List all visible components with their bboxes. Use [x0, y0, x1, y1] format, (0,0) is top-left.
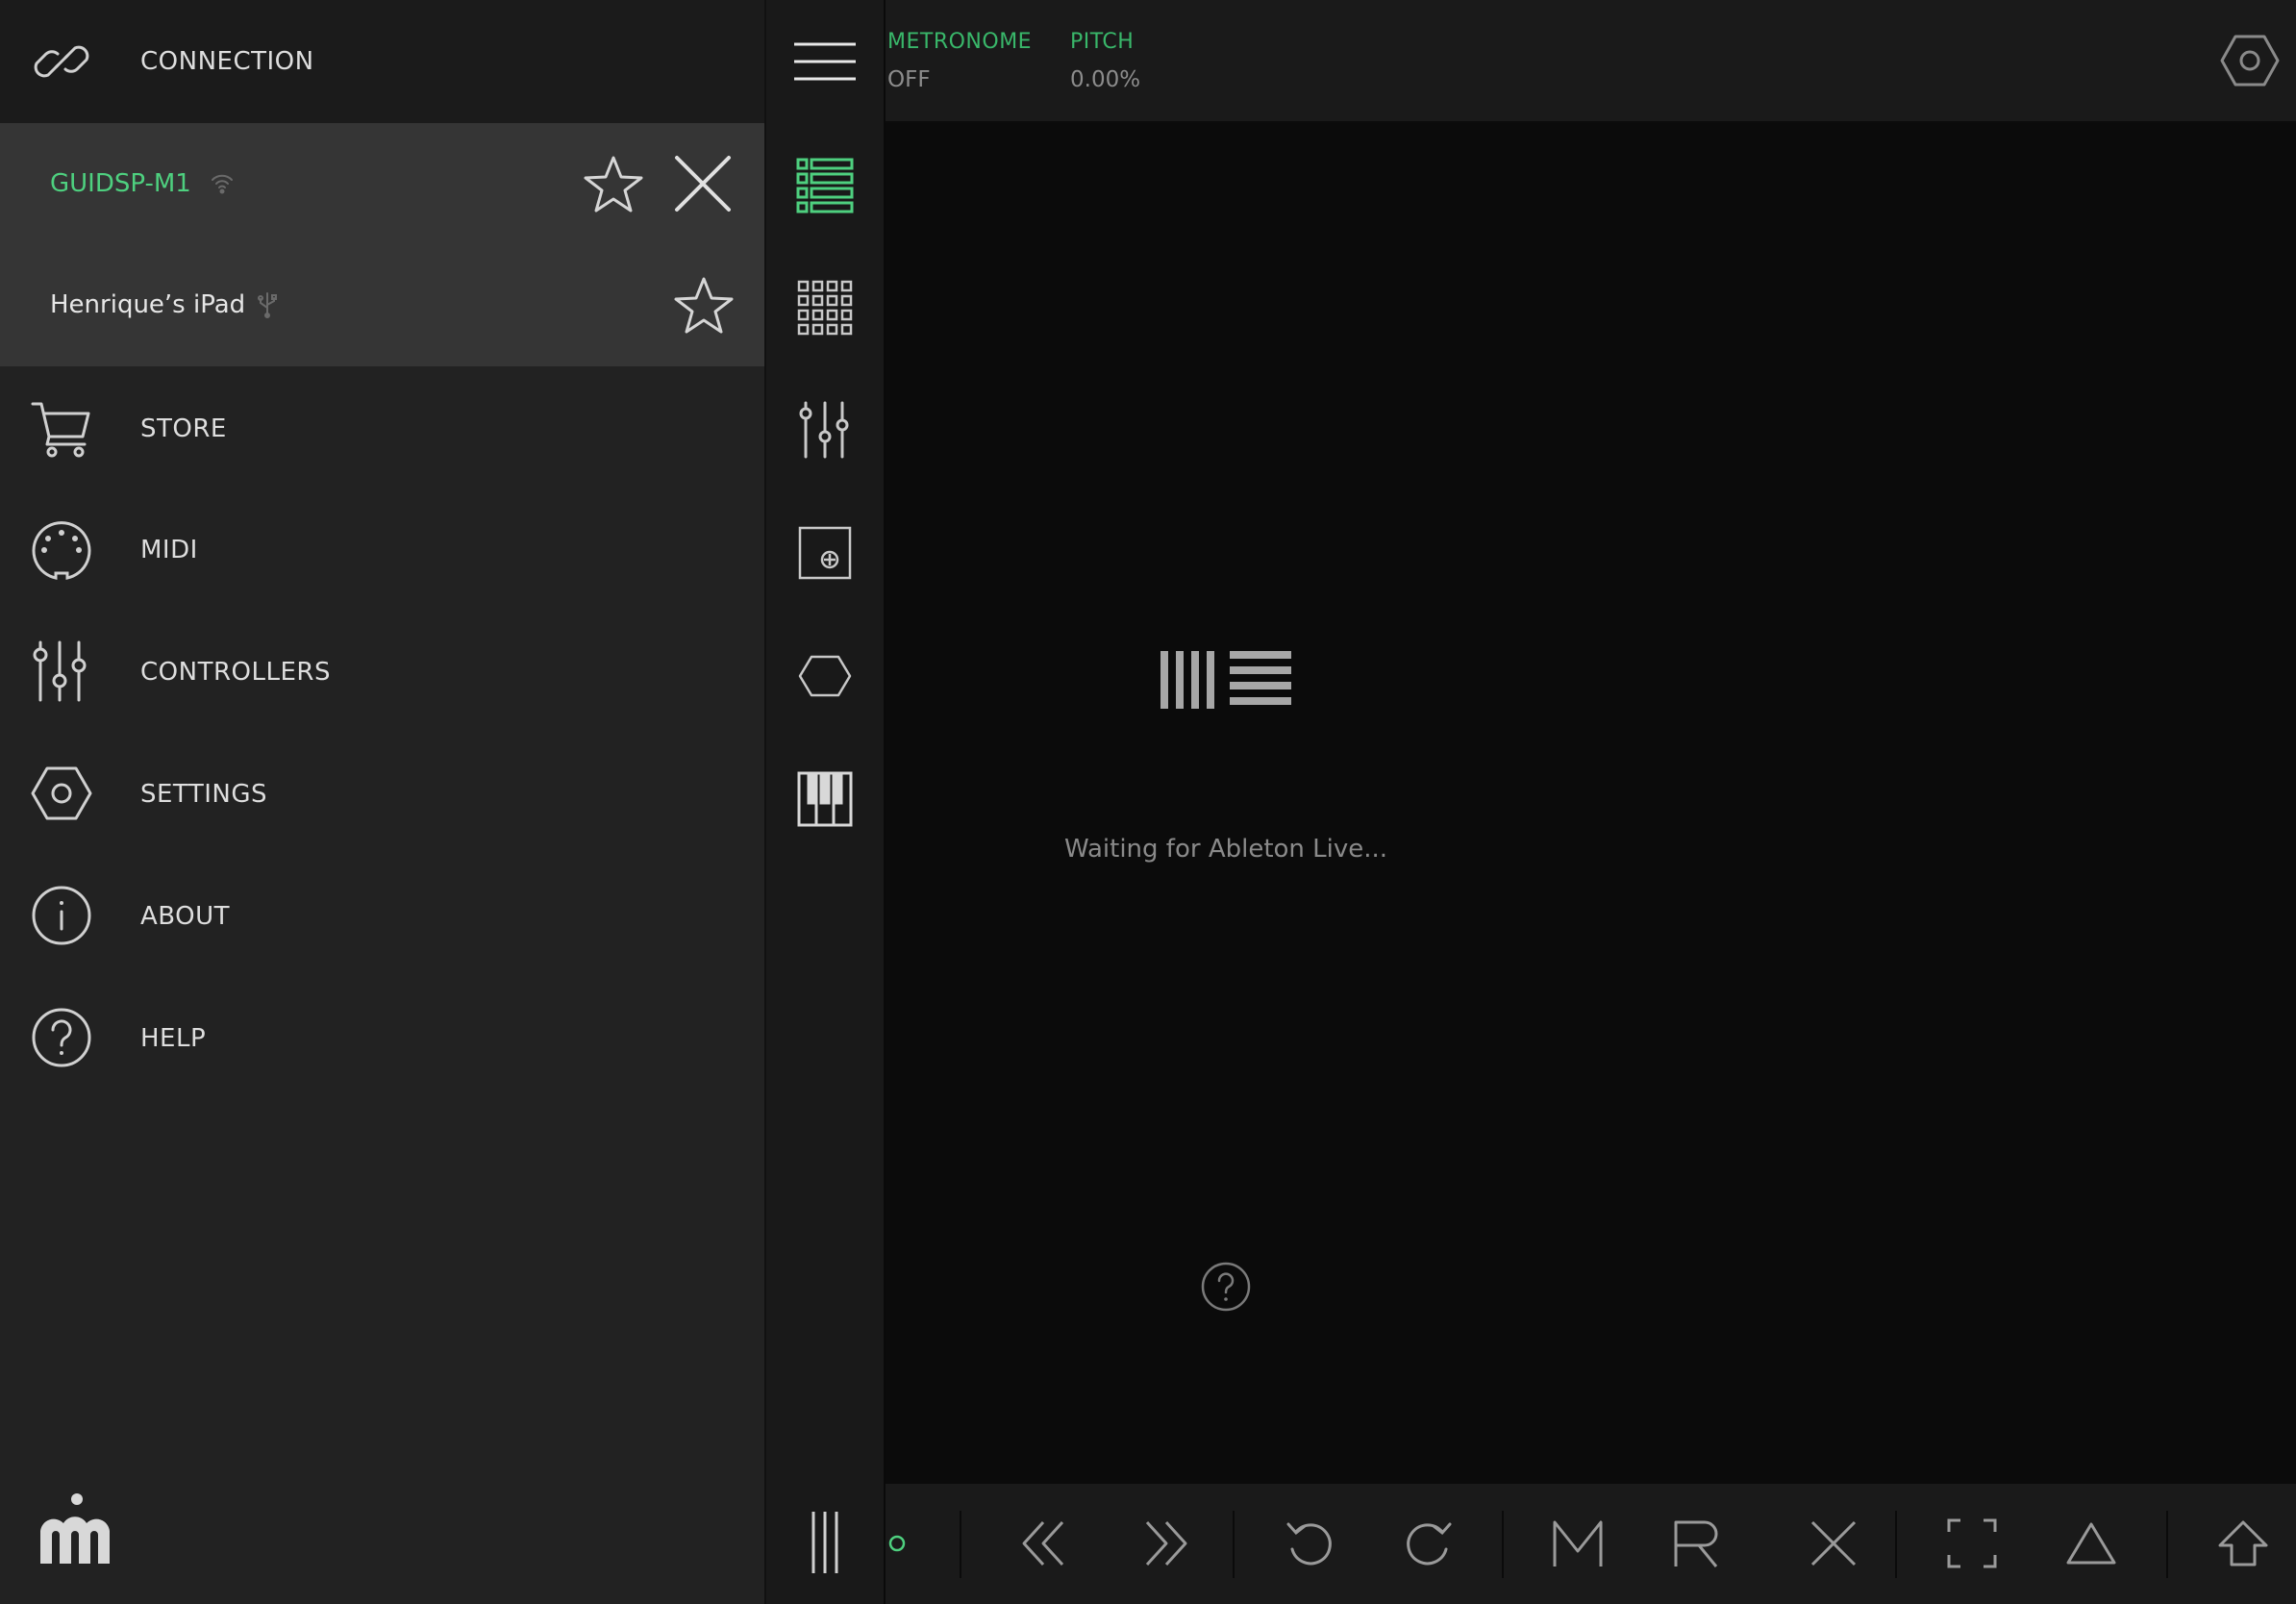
pad-grid-icon[interactable]	[794, 277, 856, 338]
hexagon-settings-icon	[31, 763, 92, 824]
menu-label: CONTROLLERS	[140, 658, 331, 687]
menu-item-about[interactable]: ABOUT	[0, 854, 764, 976]
mixer-icon[interactable]	[794, 399, 856, 461]
device-row-ipad[interactable]: Henrique’s iPad	[0, 244, 764, 365]
menu-label: SETTINGS	[140, 780, 268, 809]
link-icon	[31, 31, 92, 92]
info-icon	[31, 885, 92, 946]
menu-item-store[interactable]: STORE	[0, 366, 764, 488]
delete-icon[interactable]	[1803, 1513, 1864, 1574]
menu-item-midi[interactable]: MIDI	[0, 488, 764, 610]
menu-label: HELP	[140, 1024, 207, 1053]
midi-port-icon	[31, 519, 92, 581]
connection-label: CONNECTION	[140, 47, 314, 76]
help-icon[interactable]	[1200, 1261, 1252, 1313]
menu-icon[interactable]	[794, 31, 856, 92]
menu-label: MIDI	[140, 536, 198, 564]
app-logo	[37, 1491, 113, 1567]
view-toolbar	[764, 0, 886, 1604]
navigation-drawer: CONNECTION GUIDSP-M1 Henrique’s iPad STO…	[0, 0, 764, 1604]
loop-icon[interactable]	[886, 1524, 911, 1563]
menu-item-help[interactable]: HELP	[0, 976, 764, 1098]
status-message: Waiting for Ableton Live...	[1063, 835, 1388, 864]
fast-forward-icon[interactable]	[1134, 1513, 1195, 1574]
menu-label: STORE	[140, 414, 227, 443]
favorite-star-icon[interactable]	[582, 155, 645, 214]
connection-header[interactable]: CONNECTION	[0, 0, 764, 123]
menu-item-controllers[interactable]: CONTROLLERS	[0, 610, 764, 732]
transport-bar	[886, 1484, 2296, 1604]
sliders-icon	[31, 640, 92, 702]
fullscreen-icon[interactable]	[1941, 1513, 2003, 1574]
rewind-icon[interactable]	[1014, 1513, 1076, 1574]
pitch-control[interactable]: PITCH 0.00%	[1068, 0, 1241, 121]
device-list: GUIDSP-M1 Henrique’s iPad	[0, 123, 764, 366]
disconnect-close-icon[interactable]	[673, 154, 733, 213]
keyboard-icon[interactable]	[794, 768, 856, 830]
record-r-button[interactable]	[1666, 1513, 1728, 1574]
session-view-icon[interactable]	[794, 154, 856, 215]
metronome-value: OFF	[887, 67, 931, 92]
device-name: Henrique’s iPad	[50, 290, 246, 319]
panel-toggle-icon[interactable]	[794, 1512, 856, 1573]
device-row-guidsp[interactable]: GUIDSP-M1	[0, 123, 764, 244]
device-name: GUIDSP-M1	[50, 169, 191, 198]
undo-icon[interactable]	[1279, 1513, 1340, 1574]
menu-item-settings[interactable]: SETTINGS	[0, 732, 764, 854]
instrument-hexagon-icon[interactable]	[794, 645, 856, 707]
metronome-control[interactable]: METRONOME OFF	[886, 0, 1068, 121]
pitch-value: 0.00%	[1070, 67, 1141, 92]
settings-hexagon-icon[interactable]	[2220, 32, 2280, 89]
wifi-icon	[210, 171, 235, 196]
top-status-bar: METRONOME OFF PITCH 0.00%	[886, 0, 2296, 123]
triangle-icon[interactable]	[2060, 1513, 2122, 1574]
favorite-star-icon[interactable]	[672, 276, 736, 336]
ableton-logo-icon	[1160, 647, 1291, 711]
metronome-label: METRONOME	[887, 30, 1033, 54]
device-icon[interactable]	[794, 522, 856, 584]
redo-icon[interactable]	[1398, 1513, 1460, 1574]
mute-m-button[interactable]	[1547, 1513, 1609, 1574]
shift-icon[interactable]	[2212, 1513, 2274, 1574]
usb-icon	[256, 290, 279, 319]
help-icon	[31, 1007, 92, 1068]
pitch-label: PITCH	[1070, 30, 1135, 54]
menu-label: ABOUT	[140, 902, 231, 931]
cart-icon	[31, 398, 92, 460]
